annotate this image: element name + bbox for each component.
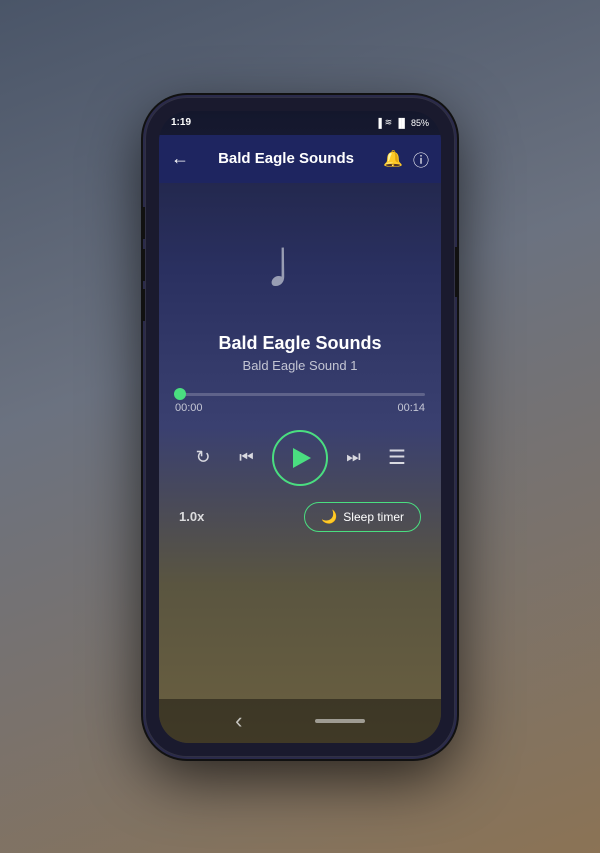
status-icons: ▐ ≋ ▐▌ 85% <box>375 117 429 128</box>
progress-thumb[interactable] <box>174 388 186 400</box>
moon-icon: 🌙 <box>321 509 337 525</box>
top-app-bar: ← Bald Eagle Sounds 🔔 ⓘ <box>159 135 441 183</box>
phone-shell: 1:19 ▐ ≋ ▐▌ 85% ← Bald Eagle Sounds 🔔 ⓘ <box>145 97 455 757</box>
signal-icon: ▐ <box>375 118 381 128</box>
info-icon[interactable]: ⓘ <box>413 147 429 171</box>
play-icon <box>293 448 311 468</box>
home-indicator[interactable] <box>315 719 365 723</box>
content-area: ♩ Bald Eagle Sounds Bald Eagle Sound 1 0… <box>159 183 441 699</box>
wifi-icon: ≋ <box>385 117 393 128</box>
sleep-timer-label: Sleep timer <box>343 510 404 524</box>
prev-button[interactable]: ⏮ <box>229 440 265 476</box>
back-button[interactable]: ← <box>171 148 189 169</box>
playlist-button[interactable]: ☰ <box>379 440 415 476</box>
status-time: 1:19 <box>171 117 191 128</box>
battery-icon: ▐▌ <box>395 118 408 128</box>
next-button[interactable]: ⏭ <box>336 440 372 476</box>
bottom-row: 1.0x 🌙 Sleep timer <box>175 502 425 532</box>
status-bar: 1:19 ▐ ≋ ▐▌ 85% <box>159 111 441 135</box>
playback-controls: ↻ ⏮ ⏭ ☰ <box>175 430 425 486</box>
next-icon: ⏭ <box>346 449 360 467</box>
track-title: Bald Eagle Sounds <box>218 333 381 354</box>
track-info: Bald Eagle Sounds Bald Eagle Sound 1 <box>218 333 381 373</box>
playlist-icon: ☰ <box>388 445 406 470</box>
battery-percent: 85% <box>411 118 429 128</box>
nav-back-button[interactable]: ‹ <box>235 708 242 734</box>
sleep-timer-button[interactable]: 🌙 Sleep timer <box>304 502 421 532</box>
play-button[interactable] <box>272 430 328 486</box>
track-subtitle: Bald Eagle Sound 1 <box>218 358 381 373</box>
top-action-icons: 🔔 ⓘ <box>383 147 429 171</box>
total-time: 00:14 <box>397 402 425 414</box>
bottom-nav: ‹ <box>159 699 441 743</box>
progress-times: 00:00 00:14 <box>175 402 425 414</box>
speed-label[interactable]: 1.0x <box>179 509 204 524</box>
album-art: ♩ <box>175 183 425 333</box>
bell-icon[interactable]: 🔔 <box>383 149 403 169</box>
prev-icon: ⏮ <box>239 449 253 467</box>
page-title: Bald Eagle Sounds <box>197 150 375 167</box>
repeat-icon: ↻ <box>195 447 210 468</box>
progress-section: 00:00 00:14 <box>175 393 425 414</box>
repeat-button[interactable]: ↻ <box>185 440 221 476</box>
current-time: 00:00 <box>175 402 203 414</box>
progress-bar[interactable] <box>175 393 425 396</box>
music-note-icon: ♩ <box>265 223 335 303</box>
phone-screen: 1:19 ▐ ≋ ▐▌ 85% ← Bald Eagle Sounds 🔔 ⓘ <box>159 111 441 743</box>
